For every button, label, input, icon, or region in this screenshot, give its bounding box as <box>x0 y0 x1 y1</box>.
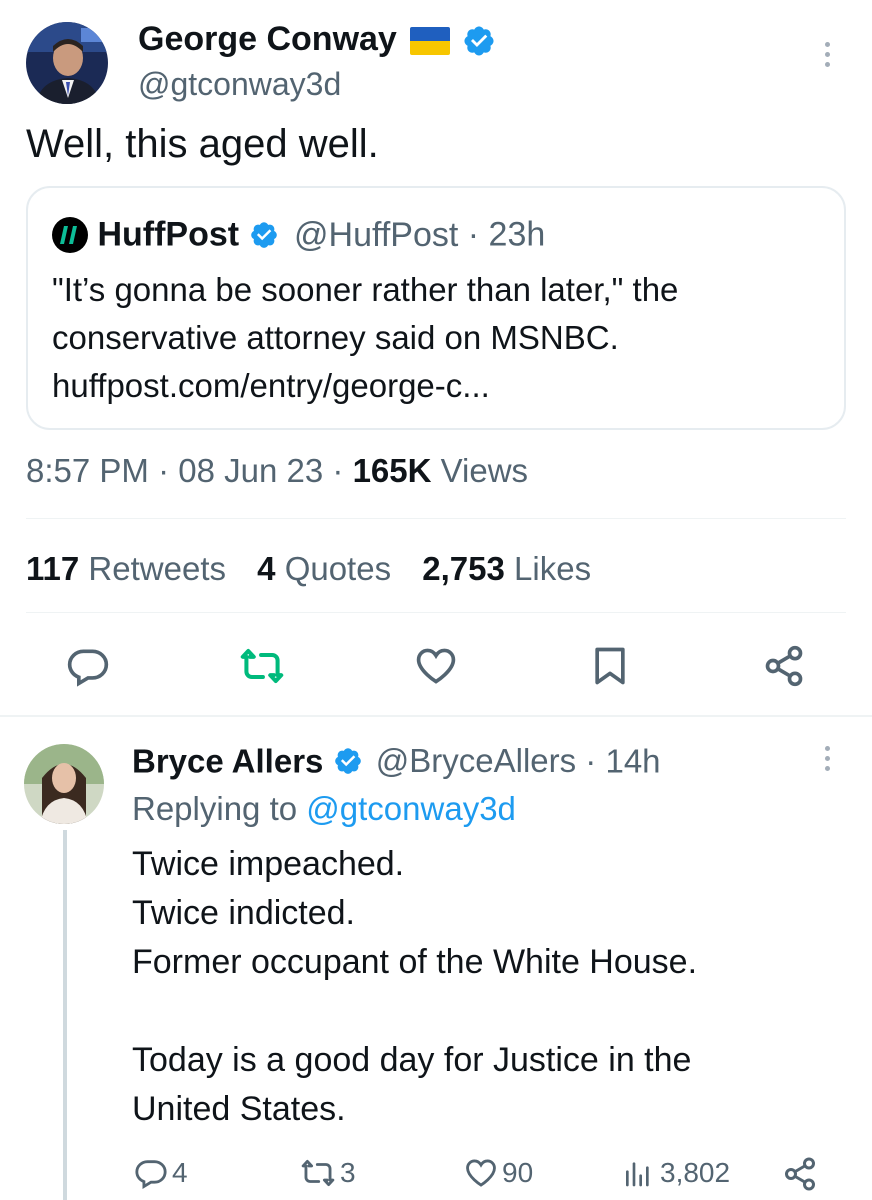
verified-badge-icon <box>462 24 496 58</box>
retweets-stat[interactable]: 117 Retweets <box>26 550 226 587</box>
like-icon <box>416 648 456 684</box>
retweet-icon <box>301 1159 335 1187</box>
author-handle[interactable]: @gtconway3d <box>138 66 341 103</box>
divider <box>26 612 846 613</box>
reply-icon <box>135 1160 167 1189</box>
reply-button[interactable] <box>66 644 110 688</box>
separator: · <box>332 452 344 489</box>
reply-author-handle[interactable]: @BryceAllers <box>376 742 576 779</box>
reply-text: Twice impeached. Twice indicted. Former … <box>132 840 697 1134</box>
reply-author-name[interactable]: Bryce Allers <box>132 742 323 779</box>
reply-text-line: Twice impeached. <box>132 845 405 883</box>
author-name[interactable]: George Conway <box>138 20 397 58</box>
tweet-date[interactable]: 08 Jun 23 <box>178 452 323 489</box>
tweet-text: Well, this aged well. <box>26 122 379 166</box>
separator: · <box>158 452 170 489</box>
reply-like-button[interactable]: 90 <box>464 1156 533 1190</box>
quote-link[interactable]: huffpost.com/entry/george-c... <box>52 362 678 410</box>
views-count: 3,802 <box>660 1157 731 1188</box>
huffpost-logo <box>52 217 88 254</box>
reply-retweet-button[interactable]: 3 <box>300 1156 356 1190</box>
views-icon <box>626 1162 649 1187</box>
reply-time[interactable]: 14h <box>605 742 660 779</box>
tweet-time[interactable]: 8:57 PM <box>26 452 149 489</box>
reply-reply-button[interactable]: 4 <box>134 1156 188 1190</box>
bookmark-icon <box>595 647 625 685</box>
ukraine-flag-icon <box>410 27 451 56</box>
like-count: 90 <box>502 1157 534 1188</box>
verified-badge-icon <box>249 220 279 250</box>
quote-text-line: "It’s gonna be sooner rather than later,… <box>52 271 679 308</box>
like-button[interactable] <box>414 644 458 688</box>
share-icon <box>785 1157 815 1191</box>
share-button[interactable] <box>762 644 806 688</box>
separator: · <box>585 742 597 780</box>
reply-icon <box>67 649 109 687</box>
reply-text-line: United States. <box>132 1090 346 1128</box>
reply-count: 4 <box>172 1157 188 1188</box>
thread-line <box>63 830 67 1200</box>
quote-source-handle: @HuffPost <box>294 215 459 254</box>
divider <box>26 518 846 519</box>
quoted-tweet-card[interactable]: HuffPost @HuffPost · 23h "It’s gonna be … <box>26 186 846 430</box>
quote-source-name: HuffPost <box>97 215 240 254</box>
author-avatar[interactable] <box>26 22 108 104</box>
views-count: 165K <box>352 452 432 489</box>
like-icon <box>466 1159 496 1187</box>
replying-to-handle[interactable]: @gtconway3d <box>306 790 516 827</box>
retweet-button[interactable] <box>240 644 284 688</box>
bookmark-button[interactable] <box>588 644 632 688</box>
reply-views-button[interactable]: 3,802 <box>622 1156 730 1190</box>
reply-share-button[interactable] <box>782 1156 818 1192</box>
views-label: Views <box>440 452 529 489</box>
more-icon[interactable] <box>824 42 830 67</box>
reply-more-icon[interactable] <box>824 746 830 771</box>
likes-stat[interactable]: 2,753 Likes <box>422 550 591 587</box>
quote-text-line: conservative attorney said on MSNBC. <box>52 319 619 356</box>
share-icon <box>765 645 803 687</box>
reply-text-line: Former occupant of the White House. <box>132 943 698 981</box>
divider <box>0 715 872 717</box>
separator: · <box>467 215 480 254</box>
verified-badge-icon <box>333 746 363 776</box>
retweet-icon <box>240 648 284 684</box>
reply-author-avatar[interactable] <box>24 744 104 824</box>
quotes-stat[interactable]: 4 Quotes <box>257 550 391 587</box>
retweet-count: 3 <box>340 1157 356 1188</box>
tweet-stats: 117 Retweets 4 Quotes 2,753 Likes <box>26 550 591 588</box>
replying-to-label: Replying to <box>132 790 298 827</box>
reply-text-line: Twice indicted. <box>132 894 355 932</box>
reply-text-line: Today is a good day for Justice in the <box>132 1041 692 1079</box>
quote-time: 23h <box>488 215 546 254</box>
